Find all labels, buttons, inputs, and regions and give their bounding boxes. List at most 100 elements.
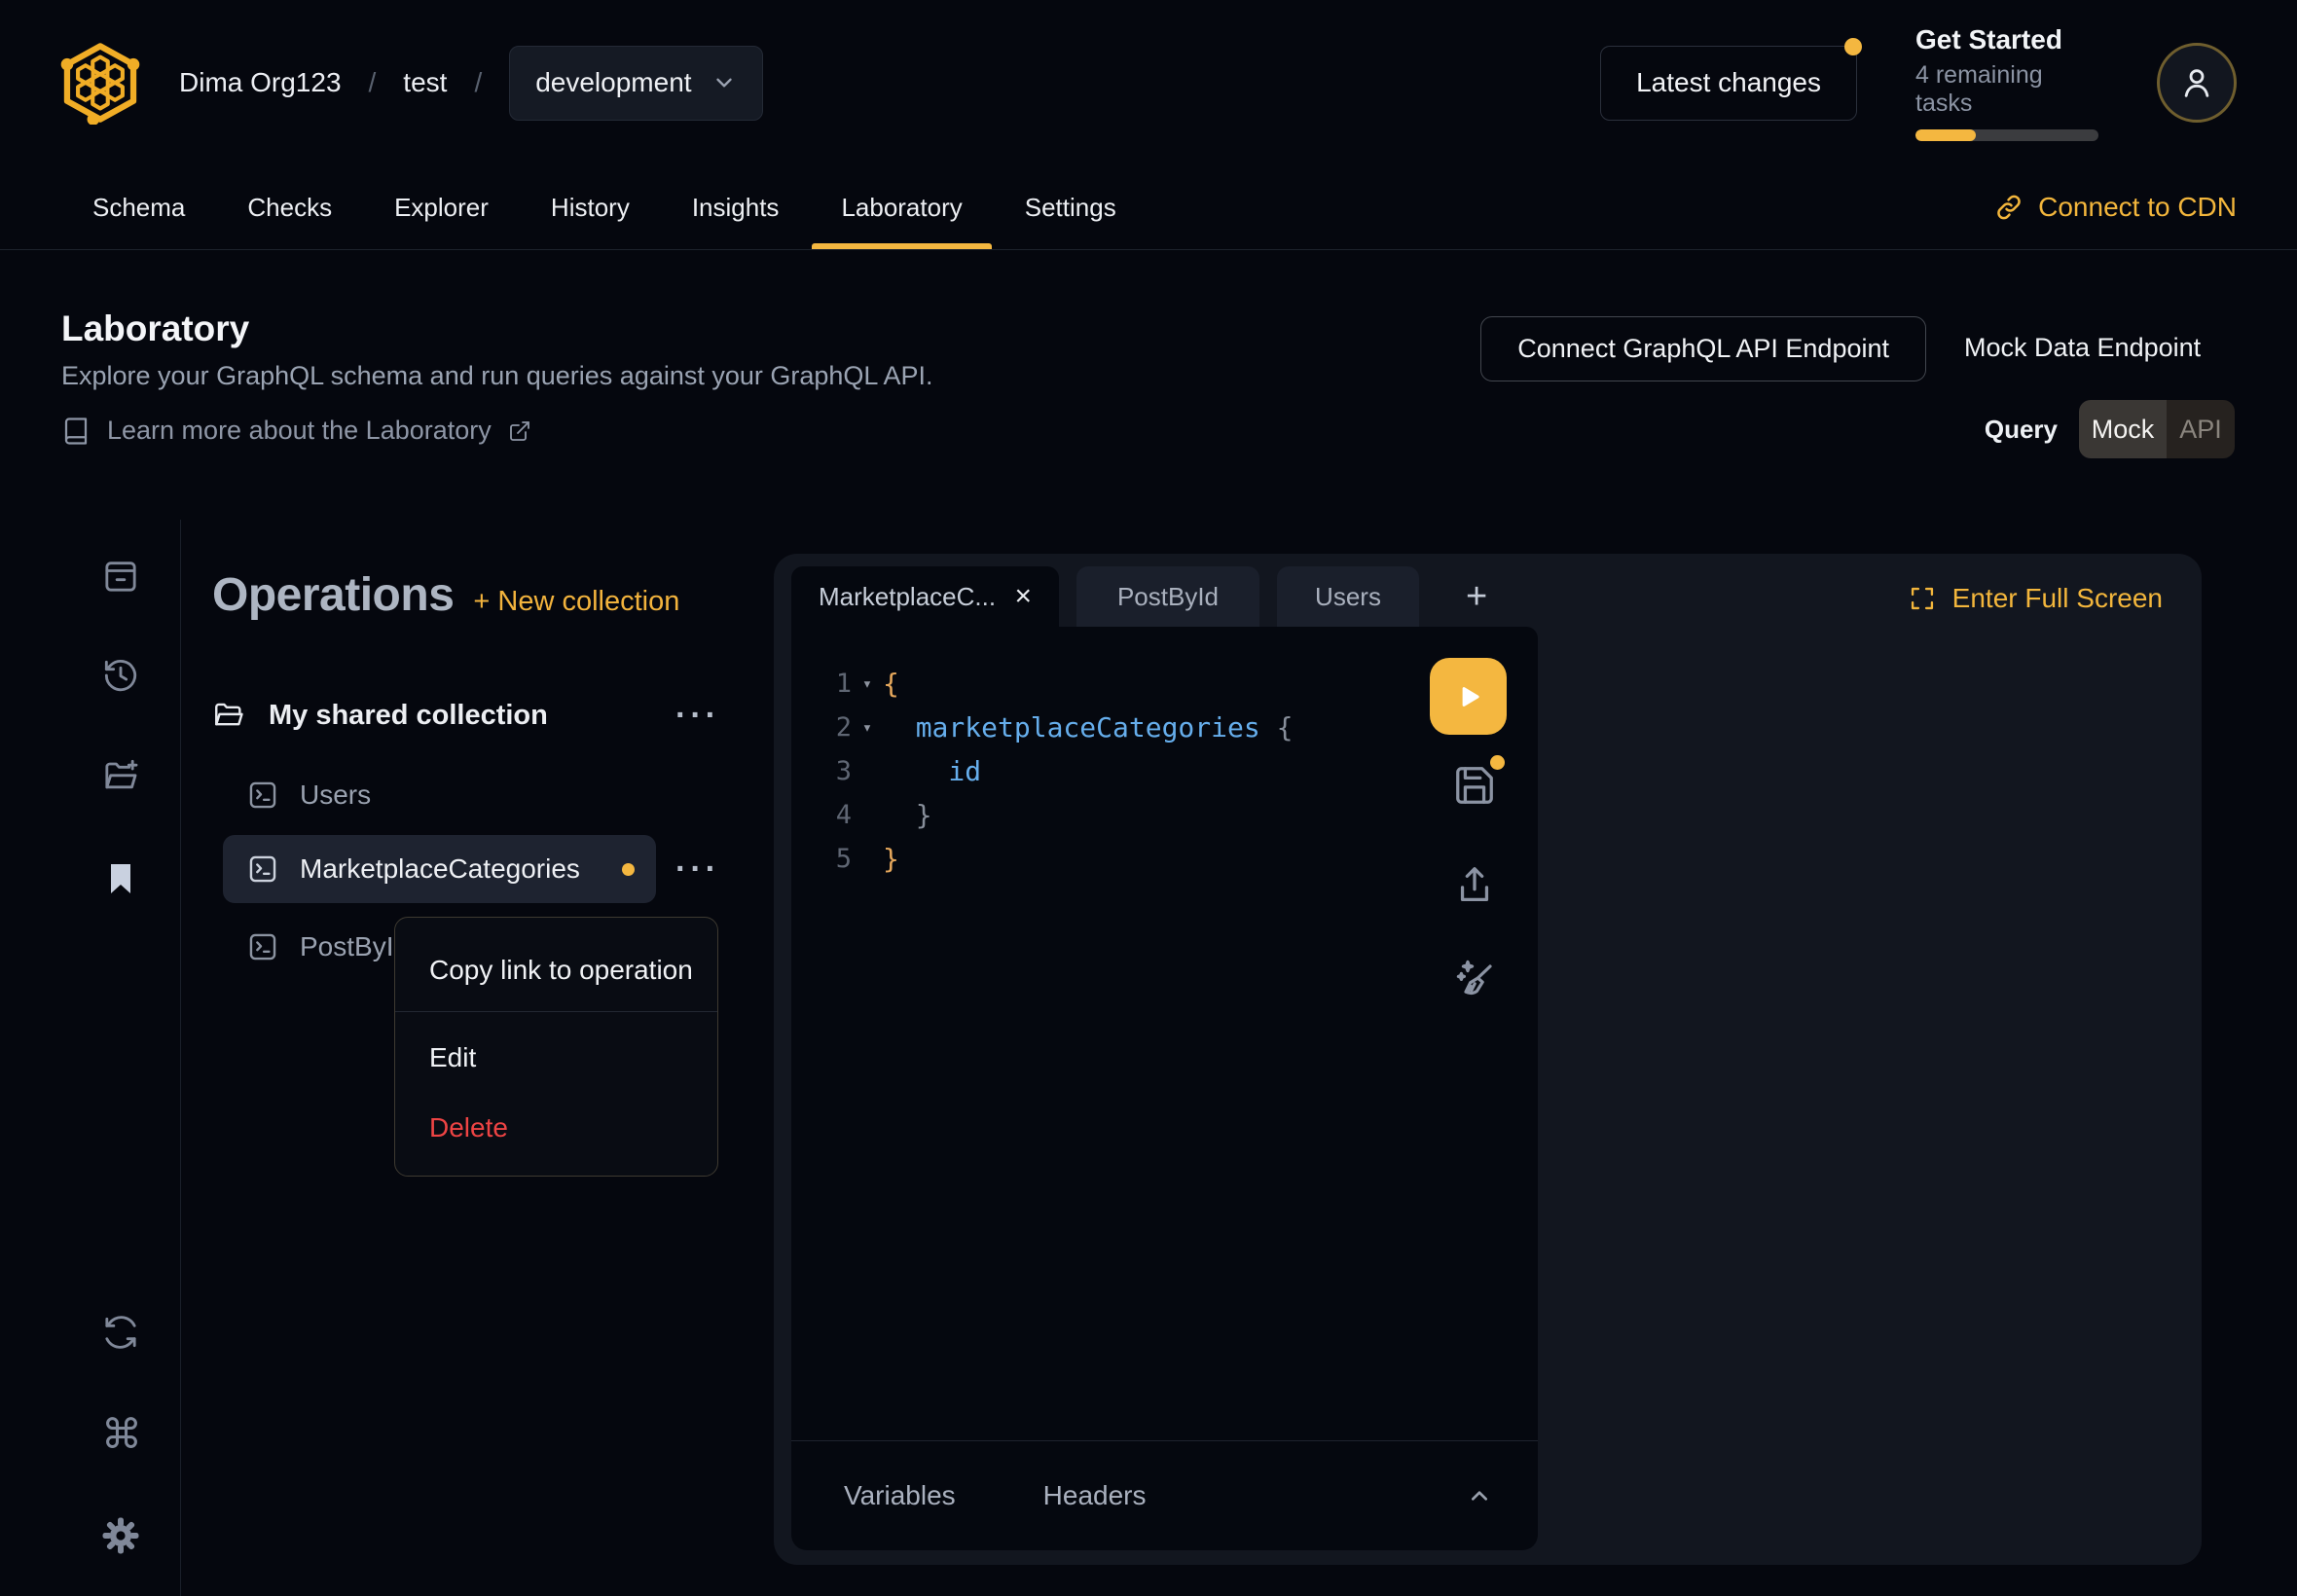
operation-menu-button[interactable]: ··· — [675, 859, 720, 879]
latest-changes-button[interactable]: Latest changes — [1600, 46, 1857, 121]
bookmarks-icon[interactable] — [101, 859, 140, 898]
run-query-button[interactable] — [1430, 658, 1507, 735]
line-number: 1 — [791, 669, 852, 699]
line-number: 2 — [791, 712, 852, 743]
folder-open-icon — [212, 699, 245, 732]
code-line: 1 ▾ { — [791, 662, 1538, 706]
user-avatar[interactable] — [2157, 43, 2237, 123]
share-operation-button[interactable] — [1452, 862, 1497, 907]
laboratory-header: Laboratory Explore your GraphQL schema a… — [0, 250, 2297, 520]
toggle-option-api[interactable]: API — [2167, 400, 2235, 458]
tab-schema[interactable]: Schema — [92, 165, 185, 249]
broom-sparkles-icon — [1452, 956, 1499, 1002]
prettify-query-button[interactable] — [1452, 956, 1499, 1002]
code-line: 3 id — [791, 749, 1538, 793]
enter-fullscreen-button[interactable]: Enter Full Screen — [1909, 583, 2163, 614]
new-tab-button[interactable]: + — [1452, 576, 1501, 618]
line-number: 3 — [791, 756, 852, 786]
settings-gear-icon[interactable] — [101, 1516, 140, 1555]
operation-name: PostById — [300, 931, 409, 962]
headers-tab[interactable]: Headers — [1043, 1480, 1147, 1511]
nav-tabs: Schema Checks Explorer History Insights … — [92, 165, 1116, 249]
notification-dot — [1844, 38, 1862, 55]
collections-panel-icon[interactable] — [101, 557, 140, 596]
line-number: 5 — [791, 844, 852, 874]
get-started-subtitle: 4 remaining tasks — [1915, 61, 2098, 118]
variables-tab[interactable]: Variables — [844, 1480, 956, 1511]
tab-settings[interactable]: Settings — [1025, 165, 1116, 249]
operation-name: Users — [300, 780, 371, 811]
save-operation-button[interactable] — [1452, 763, 1497, 808]
get-started-widget[interactable]: Get Started 4 remaining tasks — [1915, 24, 2098, 141]
chevron-down-icon — [711, 70, 737, 95]
editor-tab-users[interactable]: Users — [1277, 566, 1419, 627]
editor-tab-marketplace[interactable]: MarketplaceC... × — [791, 566, 1059, 627]
menu-divider — [395, 1011, 717, 1012]
operation-icon — [246, 779, 279, 812]
environment-selector[interactable]: development — [509, 46, 762, 121]
hive-logo-icon[interactable] — [58, 41, 142, 125]
tab-history[interactable]: History — [551, 165, 630, 249]
tab-checks[interactable]: Checks — [247, 165, 332, 249]
menu-item-edit[interactable]: Edit — [429, 1042, 476, 1073]
main-nav: Schema Checks Explorer History Insights … — [0, 165, 2297, 250]
query-editor-panel: Enter Full Screen MarketplaceC... × Post… — [774, 554, 2202, 1565]
mock-data-endpoint-button[interactable]: Mock Data Endpoint — [1964, 333, 2201, 363]
operation-name: MarketplaceCategories — [300, 853, 580, 885]
breadcrumb-separator: / — [369, 67, 377, 98]
query-mode-toggle: Mock API — [2079, 400, 2235, 458]
get-started-progressbar — [1915, 129, 2098, 141]
latest-changes-label: Latest changes — [1636, 67, 1821, 97]
query-label: Query — [1985, 415, 2058, 445]
new-collection-icon[interactable] — [101, 757, 140, 796]
breadcrumb-org[interactable]: Dima Org123 — [179, 67, 342, 98]
collection-menu-button[interactable]: ··· — [675, 706, 720, 725]
unsaved-changes-dot — [622, 863, 635, 876]
code-token: } — [883, 843, 899, 875]
editor-tab-post-by-id[interactable]: PostById — [1076, 566, 1259, 627]
tab-explorer[interactable]: Explorer — [394, 165, 489, 249]
code-token: { — [883, 668, 899, 700]
menu-item-copy-link[interactable]: Copy link to operation — [429, 955, 693, 986]
history-icon[interactable] — [101, 656, 140, 695]
chevron-up-icon[interactable] — [1464, 1480, 1495, 1511]
shortcuts-icon[interactable]: ⌘ — [101, 1415, 140, 1454]
operation-row-users[interactable]: Users — [212, 767, 720, 823]
collection-name: My shared collection — [269, 700, 548, 732]
breadcrumb-project[interactable]: test — [403, 67, 447, 98]
selected-operation-highlight[interactable]: MarketplaceCategories — [223, 835, 656, 903]
get-started-title: Get Started — [1915, 24, 2098, 55]
unsaved-dot — [1490, 755, 1505, 770]
fold-arrow-icon[interactable]: ▾ — [852, 718, 883, 738]
connect-graphql-endpoint-button[interactable]: Connect GraphQL API Endpoint — [1480, 316, 1926, 381]
code-area[interactable]: 1 ▾ { 2 ▾ marketplaceCategories { 3 id 4 — [791, 627, 1538, 1440]
external-link-icon — [508, 419, 531, 443]
laboratory-main: ⌘ Operations + New collection — [0, 520, 2297, 1596]
connect-to-cdn-link[interactable]: Connect to CDN — [1994, 192, 2237, 223]
query-editor[interactable]: 1 ▾ { 2 ▾ marketplaceCategories { 3 id 4 — [791, 627, 1538, 1550]
page-title: Laboratory — [61, 308, 249, 349]
breadcrumb: Dima Org123 / test / development — [179, 46, 763, 121]
refetch-schema-icon[interactable] — [101, 1313, 140, 1352]
toggle-option-mock[interactable]: Mock — [2079, 400, 2167, 458]
close-icon[interactable]: × — [1014, 582, 1032, 611]
code-line: 4 } — [791, 793, 1538, 837]
code-token: } — [883, 799, 932, 831]
tab-laboratory[interactable]: Laboratory — [841, 165, 962, 249]
collection-row-shared[interactable]: My shared collection ··· — [212, 685, 720, 745]
fullscreen-icon — [1909, 585, 1936, 612]
new-collection-button[interactable]: + New collection — [473, 586, 679, 618]
fold-arrow-icon[interactable]: ▾ — [852, 674, 883, 694]
connect-to-cdn-label: Connect to CDN — [2038, 192, 2237, 223]
code-line: 5 } — [791, 837, 1538, 881]
learn-more-link[interactable]: Learn more about the Laboratory — [61, 416, 531, 446]
book-icon — [61, 417, 91, 446]
menu-item-delete[interactable]: Delete — [429, 1112, 508, 1143]
query-mode-row: Query Mock API — [1985, 400, 2235, 458]
tab-insights[interactable]: Insights — [692, 165, 780, 249]
operation-row-marketplace-categories[interactable]: MarketplaceCategories ··· — [212, 835, 720, 903]
save-icon — [1452, 763, 1497, 808]
code-token: id — [883, 755, 981, 787]
environment-selector-value: development — [535, 67, 691, 98]
operations-header: Operations + New collection — [212, 568, 720, 622]
